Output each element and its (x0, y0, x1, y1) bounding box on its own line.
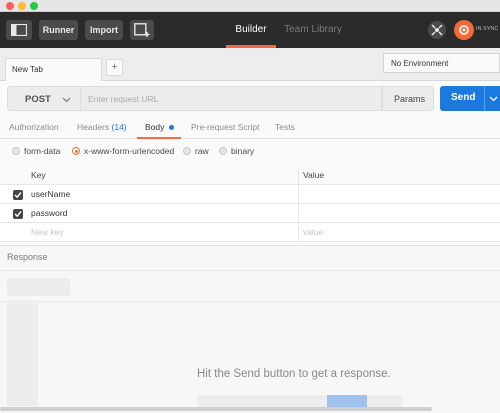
new-window-button[interactable] (130, 20, 154, 40)
request-options-tabs: Authorization Headers (14) Body Pre-requ… (0, 117, 500, 139)
url-input[interactable]: Enter request URL (81, 86, 382, 111)
row-key-input[interactable]: password (31, 208, 67, 218)
row-key-input[interactable]: userName (31, 189, 70, 199)
key-column-header: Key (31, 170, 46, 180)
radio-x-www-form-urlencoded-label: x-www-form-urlencoded (84, 146, 175, 156)
response-placeholder-box (197, 395, 402, 407)
send-button[interactable]: Send (440, 86, 484, 111)
radio-binary[interactable] (219, 147, 227, 155)
radio-raw-label: raw (195, 146, 209, 156)
import-button[interactable]: Import (85, 20, 123, 40)
method-select[interactable]: POST (7, 86, 81, 111)
chevron-down-icon (62, 97, 71, 103)
body-type-selector: form-data x-www-form-urlencoded raw bina… (0, 139, 500, 163)
sync-status-button[interactable] (454, 20, 474, 40)
radio-raw[interactable] (183, 147, 191, 155)
runner-button[interactable]: Runner (39, 20, 78, 40)
tab-headers-label: Headers (77, 122, 110, 132)
environment-select-label: No Environment (391, 59, 449, 68)
table-row[interactable]: password (0, 204, 500, 223)
window-titlebar (0, 0, 500, 12)
new-window-icon (134, 23, 150, 37)
close-window-button[interactable] (6, 2, 14, 10)
tab-team-library[interactable]: Team Library (282, 12, 344, 48)
environment-select[interactable]: No Environment (383, 53, 500, 73)
column-divider (298, 166, 299, 185)
params-button[interactable]: Params (382, 86, 434, 111)
column-divider (298, 223, 299, 242)
response-placeholder-button (327, 395, 367, 407)
maximize-window-button[interactable] (30, 2, 38, 10)
radio-binary-label: binary (231, 146, 255, 156)
table-header-row: Key Value (0, 166, 500, 185)
params-label: Params (394, 94, 426, 104)
body-active-dot (168, 125, 174, 131)
url-placeholder: Enter request URL (88, 94, 159, 104)
send-options-button[interactable] (484, 86, 500, 111)
interceptor-button[interactable] (428, 21, 446, 39)
chevron-down-icon (489, 96, 498, 102)
response-title: Response (7, 252, 48, 262)
satellite-icon (431, 24, 443, 36)
value-column-header: Value (303, 170, 325, 180)
send-hint-text: Hit the Send button to get a response. (197, 368, 391, 380)
column-divider (298, 204, 299, 223)
request-tab-label: New Tab (12, 65, 43, 74)
sidebar-icon (11, 24, 27, 36)
tab-authorization[interactable]: Authorization (9, 122, 59, 132)
table-row-new[interactable]: New key value (0, 223, 500, 242)
method-label: POST (25, 94, 51, 105)
tab-builder[interactable]: Builder (226, 12, 276, 48)
minimize-window-button[interactable] (18, 2, 26, 10)
checkmark-icon (14, 192, 22, 199)
response-placeholder-bar (7, 278, 70, 296)
tab-body-label: Body (145, 122, 165, 132)
tab-pre-request-script[interactable]: Pre-request Script (191, 122, 260, 132)
request-bar: POST Enter request URL Params Send (0, 81, 500, 117)
request-tab[interactable]: New Tab (5, 58, 102, 81)
row-enabled-checkbox[interactable] (13, 190, 23, 200)
row-enabled-checkbox[interactable] (13, 209, 23, 219)
main-toolbar: Runner Import Builder Team Library IN SY… (0, 12, 500, 48)
new-key-input[interactable]: New key (31, 227, 64, 237)
request-tab-strip: New Tab + No Environment (0, 48, 500, 81)
radio-form-data-label: form-data (24, 146, 61, 156)
response-panel: Response Hit the Send button to get a re… (0, 245, 500, 413)
headers-count-badge: (14) (111, 122, 127, 132)
sync-icon (459, 25, 469, 35)
sync-status-label: IN SYNC (476, 26, 499, 32)
tab-headers[interactable]: Headers (14) (77, 122, 127, 132)
checkmark-icon (14, 211, 22, 218)
response-placeholder-sidebar (7, 303, 38, 406)
radio-form-data[interactable] (12, 147, 20, 155)
divider (0, 270, 500, 271)
column-divider (298, 185, 299, 204)
radio-x-www-form-urlencoded[interactable] (72, 147, 80, 155)
tab-tests[interactable]: Tests (275, 122, 295, 132)
tab-body[interactable]: Body (137, 117, 181, 139)
new-value-input[interactable]: value (303, 227, 323, 237)
send-label: Send (451, 92, 476, 103)
sidebar-toggle-button[interactable] (6, 20, 32, 40)
add-tab-button[interactable]: + (106, 59, 123, 76)
table-row[interactable]: userName (0, 185, 500, 204)
divider (0, 301, 500, 302)
radio-selected-dot (74, 149, 78, 153)
horizontal-scrollbar[interactable] (0, 407, 432, 411)
